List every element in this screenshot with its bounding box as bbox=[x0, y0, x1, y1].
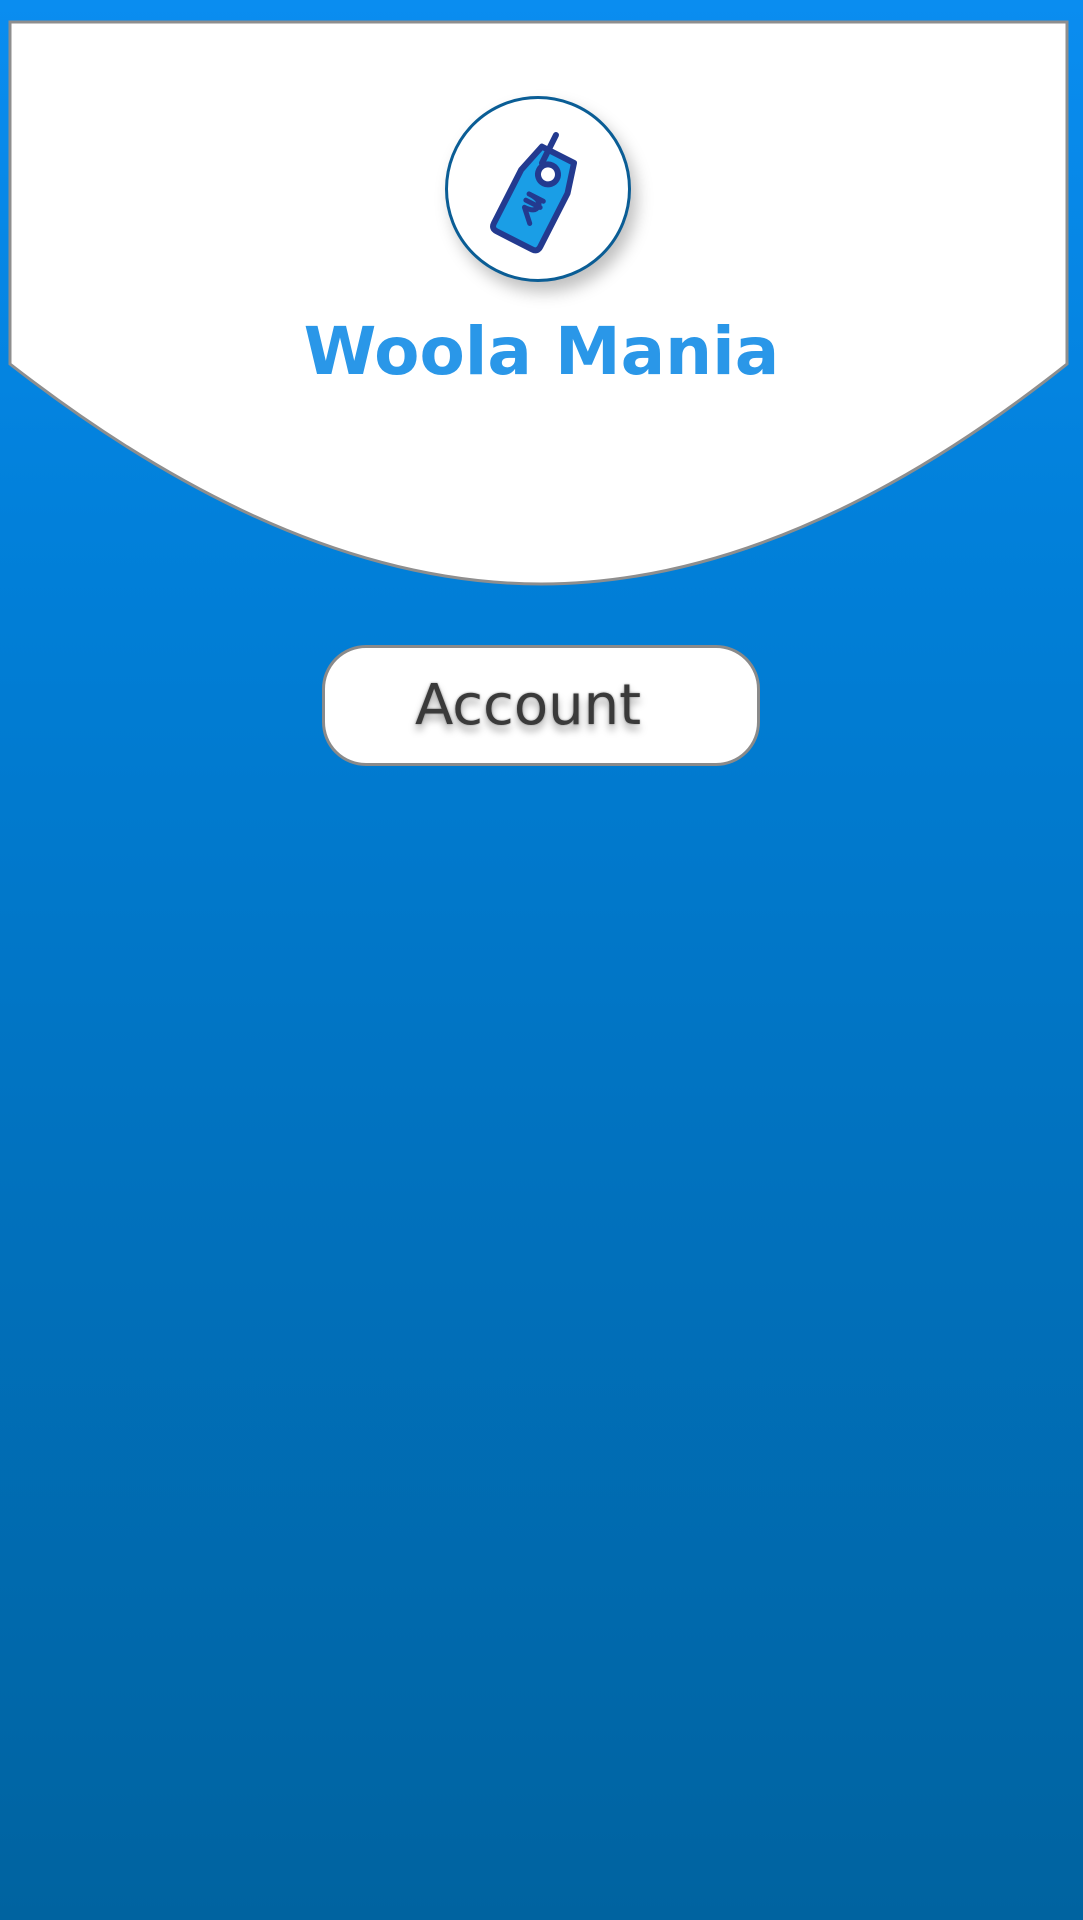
header-curve-shape bbox=[8, 20, 1069, 586]
price-tag-rupee-icon bbox=[490, 132, 578, 254]
account-button[interactable]: Account bbox=[322, 645, 760, 766]
header-panel: Woola Mania bbox=[0, 0, 1083, 600]
app-logo bbox=[445, 96, 631, 282]
app-title: Woola Mania bbox=[303, 313, 780, 390]
account-button-label: Account bbox=[414, 673, 642, 738]
